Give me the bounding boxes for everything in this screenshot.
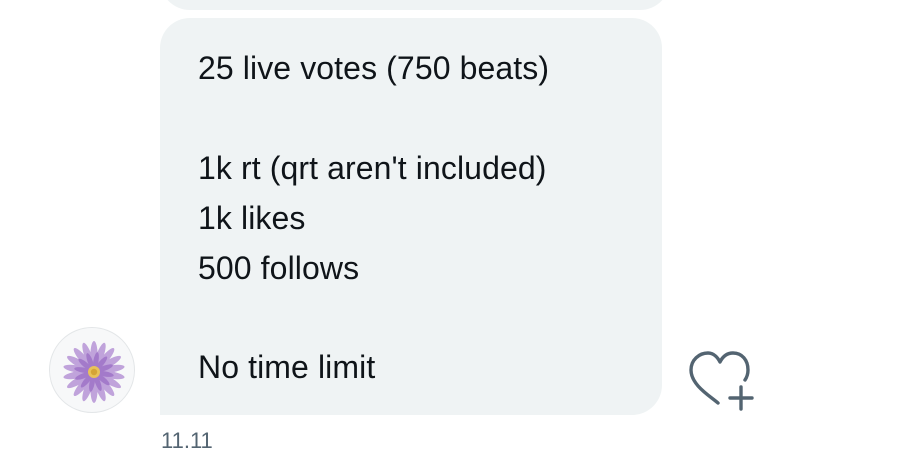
heart-plus-icon xyxy=(689,351,754,411)
flower-icon xyxy=(63,341,125,403)
message-line-likes: 1k likes xyxy=(198,200,306,236)
avatar[interactable] xyxy=(49,327,135,413)
add-reaction-button[interactable] xyxy=(684,348,756,412)
message-timestamp: 11.11 xyxy=(161,428,213,453)
message-line-follows: 500 follows xyxy=(198,250,360,286)
previous-message-bubble xyxy=(160,0,670,10)
message-line-time-limit: No time limit xyxy=(198,349,376,385)
message-line-votes: 25 live votes (750 beats) xyxy=(198,50,550,86)
message-bubble[interactable]: 25 live votes (750 beats) 1k rt (qrt are… xyxy=(160,18,662,415)
message-line-retweets: 1k rt (qrt aren't included) xyxy=(198,150,547,186)
